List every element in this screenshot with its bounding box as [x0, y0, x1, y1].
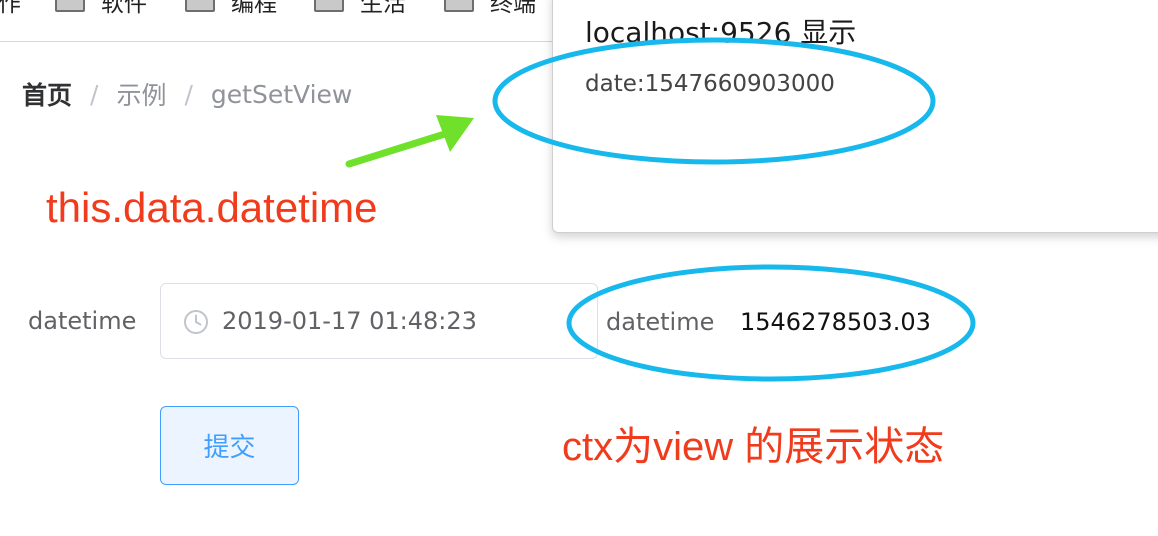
- bookmark-label: 编程: [231, 0, 277, 17]
- bookmark-folder-software[interactable]: 软件: [55, 0, 147, 17]
- page: 作 软件 编程 生活 终端 首页 / 示例 / getSetView this.…: [0, 0, 1158, 536]
- submit-button[interactable]: 提交: [160, 406, 299, 485]
- bookmark-label: 作: [0, 0, 21, 17]
- breadcrumb-examples[interactable]: 示例: [116, 76, 166, 112]
- breadcrumb-home[interactable]: 首页: [22, 76, 72, 112]
- annotation-datetime: this.data.datetime: [46, 184, 378, 231]
- alert-dialog: localhost:9526 显示 date:1547660903000: [552, 0, 1158, 233]
- bookmark-folder-terminal[interactable]: 终端: [444, 0, 536, 17]
- dialog-message: date:1547660903000: [585, 71, 835, 97]
- dialog-title: localhost:9526 显示: [585, 16, 857, 49]
- bookmark-item[interactable]: 作: [0, 0, 21, 17]
- bookmark-label: 生活: [360, 0, 406, 17]
- view-datetime-label: datetime: [606, 308, 715, 336]
- bookmark-folder-life[interactable]: 生活: [314, 0, 406, 17]
- bookmark-folder-programming[interactable]: 编程: [185, 0, 277, 17]
- folder-icon: [185, 0, 215, 12]
- annotation-ctx: ctx为view 的展示状态: [562, 425, 945, 469]
- datetime-picker-input[interactable]: 2019-01-17 01:48:23: [160, 283, 598, 359]
- folder-icon: [444, 0, 474, 12]
- clock-icon: [184, 310, 208, 334]
- breadcrumb-current: getSetView: [210, 79, 353, 109]
- breadcrumb-separator: /: [184, 79, 193, 109]
- arrow-shaft: [345, 129, 452, 168]
- breadcrumb-separator: /: [90, 79, 99, 109]
- arrow-head: [436, 115, 474, 152]
- datetime-label: datetime: [28, 307, 137, 335]
- folder-icon: [55, 0, 85, 12]
- bookmark-label: 软件: [101, 0, 147, 17]
- folder-icon: [314, 0, 344, 12]
- bookmark-label: 终端: [490, 0, 536, 17]
- datetime-input-value: 2019-01-17 01:48:23: [222, 307, 477, 335]
- view-datetime-value: 1546278503.03: [740, 308, 931, 336]
- breadcrumb: 首页 / 示例 / getSetView: [22, 76, 352, 112]
